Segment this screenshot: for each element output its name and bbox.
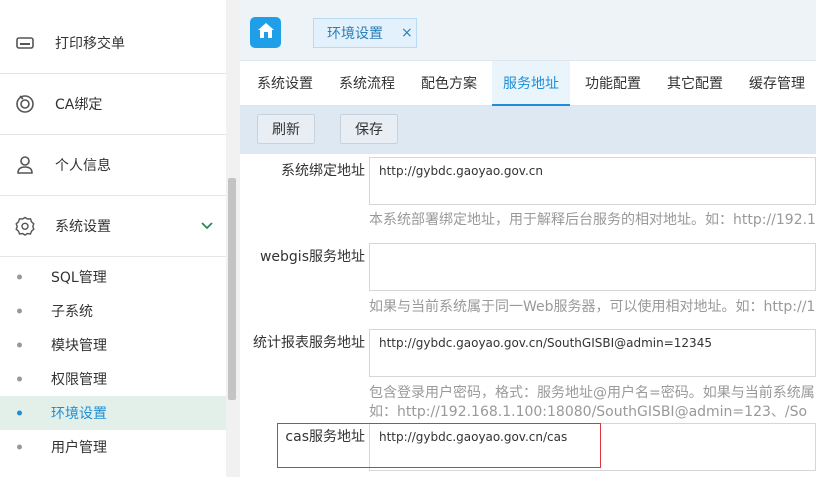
tab-environment-settings[interactable]: 环境设置 × — [313, 18, 417, 48]
user-icon — [14, 154, 36, 176]
sidebar-item-personal-info[interactable]: 个人信息 — [0, 135, 226, 196]
field-hint-report: 包含登录用户密码，格式：服务地址@用户名=密码。如果与当前系统属 — [369, 385, 815, 401]
sidebar-subitem-users[interactable]: 用户管理 — [0, 430, 226, 464]
tab-color-scheme[interactable]: 配色方案 — [412, 61, 486, 105]
field-hint-system-binding: 本系统部署绑定地址，用于解释后台服务的相对地址。如：http://192.1 — [369, 212, 816, 228]
tab-system-flow[interactable]: 系统流程 — [330, 61, 404, 105]
field-hint-webgis: 如果与当前系统属于同一Web服务器，可以使用相对地址。如：http://1 — [369, 299, 816, 315]
ca-badge-icon — [14, 93, 36, 115]
save-button[interactable]: 保存 — [340, 114, 398, 144]
tab-system-settings[interactable]: 系统设置 — [248, 61, 322, 105]
sidebar-subitem-label: SQL管理 — [51, 270, 107, 286]
printer-icon — [14, 32, 36, 54]
tab-other-config[interactable]: 其它配置 — [658, 61, 732, 105]
tab-cache-management[interactable]: 缓存管理 — [740, 61, 814, 105]
sidebar-item-label: 系统设置 — [55, 219, 111, 235]
sidebar-subitem-label: 子系统 — [51, 304, 93, 320]
sidebar-item-print-transfer[interactable]: 打印移交单 — [0, 13, 226, 74]
sidebar-item-label: CA绑定 — [55, 97, 103, 113]
toolbar: 刷新 保存 — [240, 106, 816, 154]
home-button[interactable] — [250, 17, 281, 48]
bullet-dot-icon — [17, 308, 22, 314]
sidebar-item-label: 个人信息 — [55, 158, 111, 174]
field-hint-report-example: 如：http://192.168.1.100:18080/SouthGISBI@… — [369, 404, 808, 420]
tab-feature-config[interactable]: 功能配置 — [576, 61, 650, 105]
bullet-dot-icon — [17, 376, 22, 382]
sidebar-item-system-settings[interactable]: 系统设置 — [0, 196, 226, 257]
sidebar-subitem-label: 模块管理 — [51, 338, 107, 354]
tab-service-address[interactable]: 服务地址 — [492, 61, 570, 106]
bullet-dot-icon — [17, 410, 22, 416]
field-label-webgis: webgis服务地址 — [259, 249, 365, 265]
sidebar-subitem-subsystem[interactable]: 子系统 — [0, 294, 226, 328]
refresh-button[interactable]: 刷新 — [257, 114, 315, 144]
report-service-address-input[interactable]: http://gybdc.gaoyao.gov.cn/SouthGISBI@ad… — [369, 329, 816, 377]
chevron-down-icon[interactable] — [200, 219, 214, 233]
sidebar-subitem-environment[interactable]: 环境设置 — [0, 396, 226, 430]
close-icon[interactable]: × — [401, 25, 413, 41]
bullet-dot-icon — [17, 274, 22, 280]
webgis-address-input[interactable] — [369, 243, 816, 291]
sidebar-subitem-modules[interactable]: 模块管理 — [0, 328, 226, 362]
system-binding-address-input[interactable]: http://gybdc.gaoyao.gov.cn — [369, 157, 816, 205]
gear-icon — [14, 215, 36, 237]
sidebar-subitem-label: 环境设置 — [51, 406, 107, 422]
sidebar-subitem-label: 权限管理 — [51, 372, 107, 388]
sidebar-subitem-label: 用户管理 — [51, 440, 107, 456]
sidebar-item-label: 打印移交单 — [55, 36, 125, 52]
sidebar-item-ca-binding[interactable]: CA绑定 — [0, 74, 226, 135]
bullet-dot-icon — [17, 444, 22, 450]
sidebar-subitem-sql[interactable]: SQL管理 — [0, 260, 226, 294]
tab-label: 环境设置 — [327, 26, 383, 42]
settings-tabs: 系统设置 系统流程 配色方案 服务地址 功能配置 其它配置 缓存管理 — [240, 61, 816, 106]
home-icon — [257, 22, 275, 43]
sidebar-subitem-permissions[interactable]: 权限管理 — [0, 362, 226, 396]
sidebar: 打印移交单 CA绑定 个人信息 系统设置 SQL管理 子系统 模块管理 权限管理 — [0, 0, 226, 477]
sidebar-scrollbar-thumb[interactable] — [228, 178, 236, 400]
field-label-system-binding: 系统绑定地址 — [281, 163, 365, 179]
highlight-annotation-box — [277, 423, 601, 468]
bullet-dot-icon — [17, 342, 22, 348]
field-label-report: 统计报表服务地址 — [253, 335, 365, 351]
